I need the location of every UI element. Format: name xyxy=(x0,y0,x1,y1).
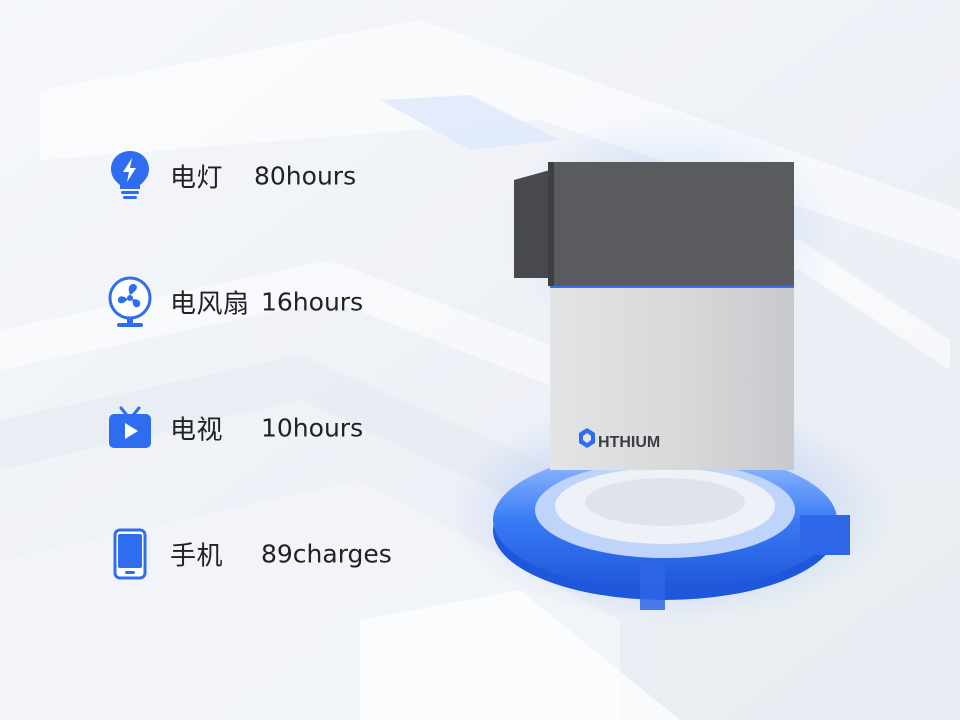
appliance-value: 10hours xyxy=(261,413,364,443)
brand-text: HTHIUM xyxy=(598,434,660,451)
appliance-value: 89charges xyxy=(261,539,392,569)
background-scene: HTHIUM xyxy=(0,0,960,720)
appliance-row-fan: 电风扇 16hours xyxy=(106,272,363,332)
appliance-label: 电视 xyxy=(170,415,224,446)
appliance-row-light: 电灯 80hours xyxy=(106,146,356,206)
appliance-label: 电风扇 xyxy=(170,289,250,320)
appliance-value: 16hours xyxy=(261,287,364,317)
lightbulb-icon xyxy=(106,148,154,204)
battery-device: HTHIUM xyxy=(514,162,794,470)
tv-icon xyxy=(106,400,154,456)
appliance-label: 电灯 xyxy=(170,163,224,194)
appliance-label: 手机 xyxy=(170,541,224,572)
appliance-value: 80hours xyxy=(254,161,357,191)
appliance-row-tv: 电视 10hours xyxy=(106,398,363,458)
fan-icon xyxy=(106,274,154,330)
phone-icon xyxy=(106,526,154,582)
appliance-row-phone: 手机 89charges xyxy=(106,524,392,584)
